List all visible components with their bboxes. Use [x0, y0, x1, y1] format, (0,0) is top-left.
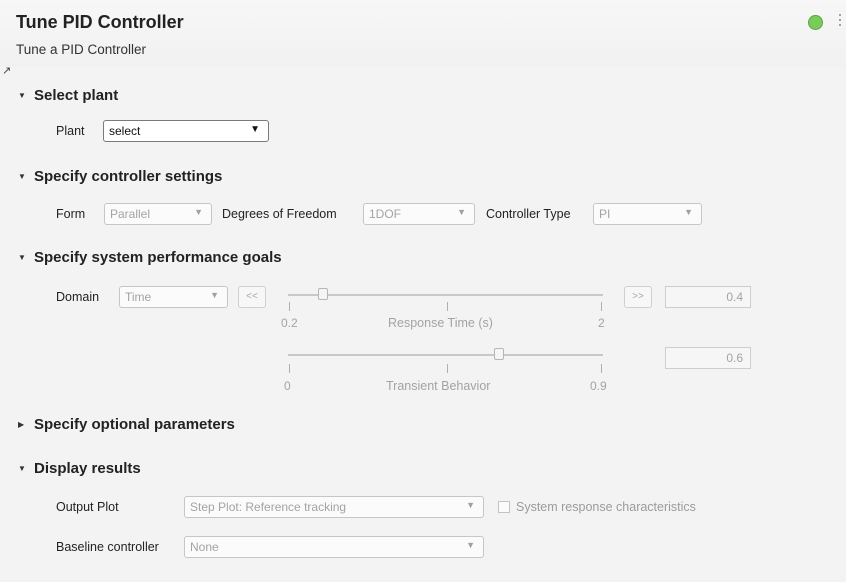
plant-dropdown[interactable]: select ▼	[103, 120, 269, 142]
form-value: Parallel	[110, 207, 151, 221]
section-label: Specify optional parameters	[34, 416, 235, 433]
vertical-ellipsis-icon[interactable]	[838, 14, 842, 30]
dof-label: Degrees of Freedom	[222, 207, 337, 221]
controller-type-label: Controller Type	[486, 207, 571, 221]
panel-header: Tune PID Controller Tune a PID Controlle…	[0, 0, 846, 66]
response-time-label: Response Time (s)	[388, 316, 493, 330]
caret-down-icon: ▼	[18, 91, 26, 100]
transient-behavior-min-label: 0	[284, 379, 291, 393]
caret-down-icon: ▼	[18, 253, 26, 262]
domain-value: Time	[125, 290, 152, 304]
dropdown-arrow-icon: ▼	[194, 207, 203, 217]
dropdown-arrow-icon: ▼	[466, 540, 475, 550]
section-label: Select plant	[34, 87, 119, 104]
transient-behavior-tick-max	[601, 364, 602, 373]
section-label: Specify controller settings	[34, 168, 223, 185]
transient-behavior-tick-min	[289, 364, 290, 373]
response-time-field[interactable]: 0.4	[665, 286, 751, 308]
transient-behavior-tick-mid	[447, 364, 448, 373]
plant-label: Plant	[56, 124, 85, 138]
form-dropdown[interactable]: Parallel ▼	[104, 203, 212, 225]
caret-down-icon: ▼	[18, 464, 26, 473]
dropdown-arrow-icon: ▼	[250, 124, 260, 135]
section-label: Display results	[34, 460, 141, 477]
transient-behavior-slider-thumb[interactable]	[494, 348, 504, 360]
faster-button[interactable]: >>	[624, 286, 652, 308]
page-subtitle: Tune a PID Controller	[16, 42, 147, 57]
task-panel: Tune PID Controller Tune a PID Controlle…	[0, 0, 846, 582]
dof-value: 1DOF	[369, 207, 402, 221]
form-label: Form	[56, 207, 86, 221]
output-plot-value: Step Plot: Reference tracking	[190, 500, 347, 514]
status-dot-icon	[808, 15, 823, 30]
section-performance-goals[interactable]: ▼ Specify system performance goals	[18, 249, 282, 266]
page-title: Tune PID Controller	[16, 12, 184, 32]
response-time-tick-min	[289, 302, 290, 311]
section-controller-settings[interactable]: ▼ Specify controller settings	[18, 168, 222, 185]
section-optional-parameters[interactable]: ▶ Specify optional parameters	[18, 416, 235, 433]
dropdown-arrow-icon: ▼	[684, 207, 693, 217]
response-time-max-label: 2	[598, 316, 605, 330]
section-select-plant[interactable]: ▼ Select plant	[18, 87, 118, 104]
system-response-characteristics-checkbox[interactable]	[498, 501, 510, 513]
controller-type-value: PI	[599, 207, 611, 221]
output-plot-dropdown[interactable]: Step Plot: Reference tracking ▼	[184, 496, 484, 518]
baseline-controller-label: Baseline controller	[56, 540, 159, 554]
section-display-results[interactable]: ▼ Display results	[18, 460, 141, 477]
dropdown-arrow-icon: ▼	[457, 207, 466, 217]
plant-value: select	[109, 124, 141, 138]
response-time-tick-mid	[447, 302, 448, 311]
caret-right-icon: ▶	[18, 420, 25, 429]
transient-behavior-field[interactable]: 0.6	[665, 347, 751, 369]
cursor-icon: ↗	[2, 65, 12, 77]
baseline-controller-dropdown[interactable]: None ▼	[184, 536, 484, 558]
caret-down-icon: ▼	[18, 172, 26, 181]
transient-behavior-max-label: 0.9	[590, 379, 607, 393]
domain-dropdown[interactable]: Time ▼	[119, 286, 228, 308]
dropdown-arrow-icon: ▼	[210, 290, 219, 300]
response-time-tick-max	[601, 302, 602, 311]
transient-behavior-slider-track[interactable]	[288, 354, 603, 356]
output-plot-label: Output Plot	[56, 500, 119, 514]
dropdown-arrow-icon: ▼	[466, 500, 475, 510]
response-time-min-label: 0.2	[281, 316, 298, 330]
controller-type-dropdown[interactable]: PI ▼	[593, 203, 702, 225]
slower-button[interactable]: <<	[238, 286, 266, 308]
dof-dropdown[interactable]: 1DOF ▼	[363, 203, 475, 225]
response-time-slider-track[interactable]	[288, 294, 603, 296]
section-label: Specify system performance goals	[34, 249, 282, 266]
response-time-slider-thumb[interactable]	[318, 288, 328, 300]
transient-behavior-label: Transient Behavior	[386, 379, 491, 393]
domain-label: Domain	[56, 290, 100, 304]
baseline-controller-value: None	[190, 540, 219, 554]
system-response-characteristics-label: System response characteristics	[516, 500, 696, 514]
